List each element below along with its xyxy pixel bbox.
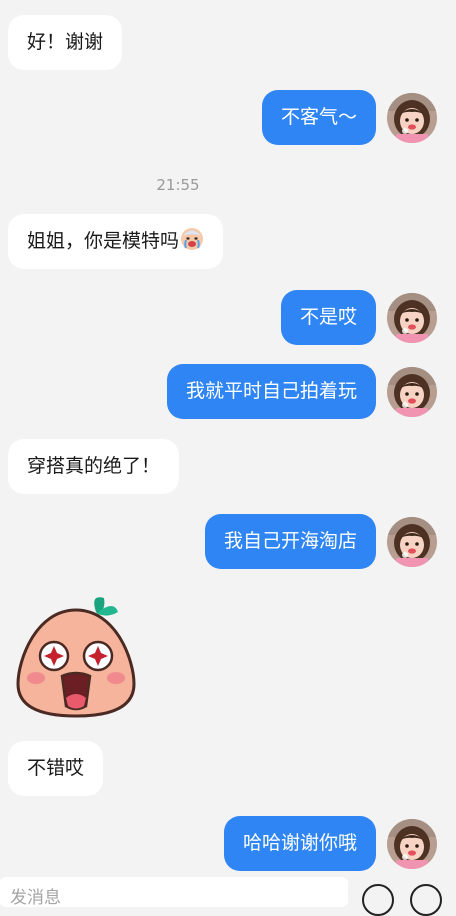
message-row-outgoing: 不是哎 <box>280 290 437 345</box>
message-input[interactable]: 发消息 <box>0 877 348 907</box>
avatar[interactable] <box>387 93 437 143</box>
message-bubble[interactable]: 好！谢谢 <box>8 15 123 70</box>
avatar[interactable] <box>387 367 437 417</box>
message-bubble[interactable]: 我自己开海淘店 <box>204 514 376 569</box>
message-row-incoming: 穿搭真的绝了！ <box>8 439 180 494</box>
message-bubble[interactable]: 我就平时自己拍着玩 <box>166 364 376 419</box>
emoji-face-icon[interactable] <box>362 884 394 916</box>
message-row-outgoing: 哈哈谢谢你哦 <box>223 816 437 871</box>
message-bubble[interactable]: 不错哎 <box>8 741 104 796</box>
message-row-incoming: 姐姐，你是模特吗 <box>8 214 224 269</box>
plus-circle-icon[interactable] <box>410 884 442 916</box>
message-text: 姐姐，你是模特吗 <box>27 230 180 252</box>
crying-face-icon <box>181 228 204 250</box>
peach-mochi-sticker-icon[interactable] <box>14 590 138 720</box>
message-bubble[interactable]: 穿搭真的绝了！ <box>8 439 180 494</box>
input-bar: 发消息 <box>0 874 456 916</box>
message-row-outgoing: 我就平时自己拍着玩 <box>166 364 437 419</box>
message-bubble[interactable]: 哈哈谢谢你哦 <box>223 816 376 871</box>
message-bubble[interactable]: 不客气～ <box>261 90 376 145</box>
message-row-incoming: 好！谢谢 <box>8 15 123 70</box>
avatar[interactable] <box>387 819 437 869</box>
message-row-outgoing: 我自己开海淘店 <box>204 514 437 569</box>
message-bubble[interactable]: 不是哎 <box>280 290 376 345</box>
message-bubble[interactable]: 姐姐，你是模特吗 <box>8 214 224 269</box>
message-row-outgoing: 不客气～ <box>261 90 437 145</box>
message-timestamp: 21:55 <box>156 176 200 194</box>
avatar[interactable] <box>387 293 437 343</box>
message-row-incoming: 不错哎 <box>8 741 104 796</box>
avatar[interactable] <box>387 517 437 567</box>
